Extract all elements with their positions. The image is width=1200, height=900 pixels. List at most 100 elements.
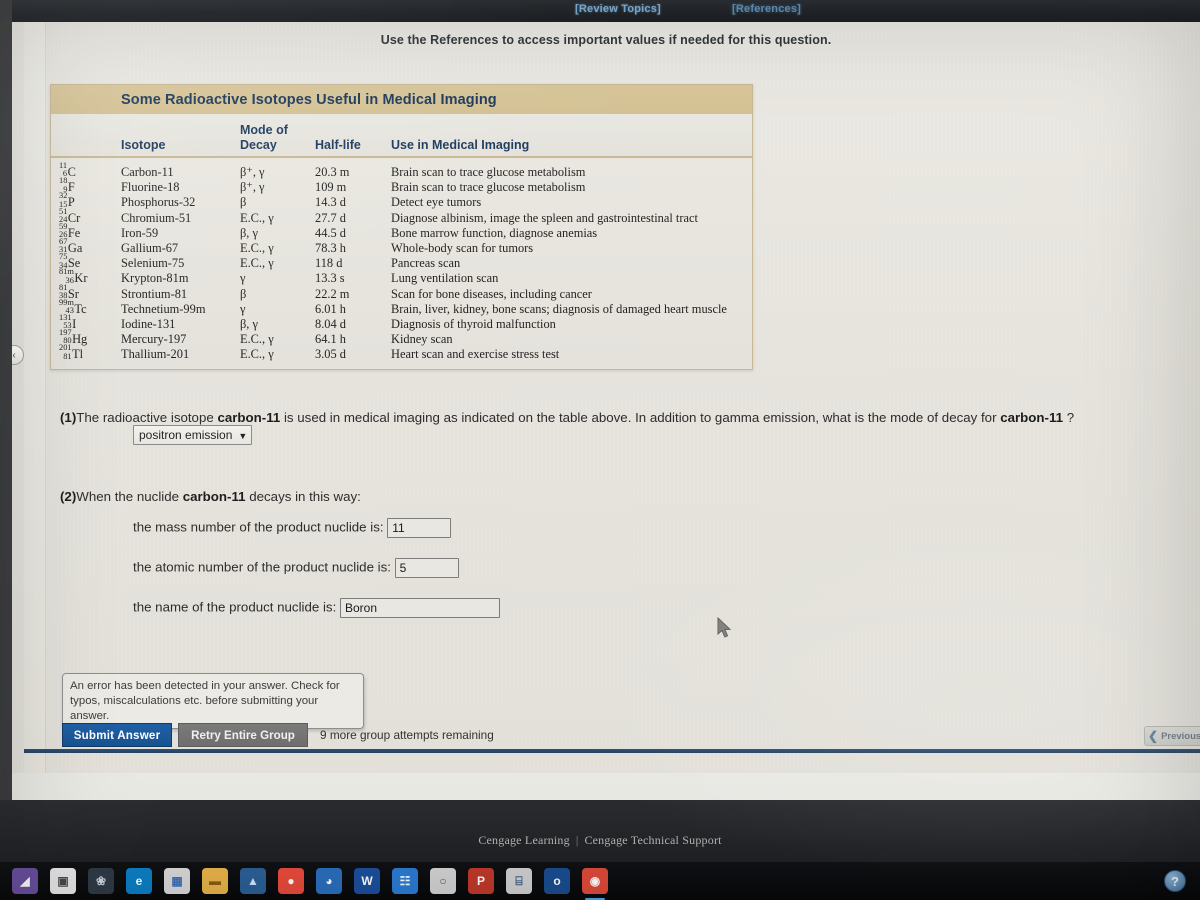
nuclide-name-row: the name of the product nuclide is: [133, 598, 500, 618]
disc-icon[interactable]: ○ [430, 868, 456, 894]
isotope-half-life: 44.5 d [315, 225, 346, 240]
footer-separator: | [575, 833, 579, 847]
chevron-down-icon: ▼ [238, 431, 248, 441]
column-header-use: Use in Medical Imaging [391, 137, 530, 152]
question-2-part1: When the nuclide [76, 489, 183, 504]
cengage-learning-link[interactable]: Cengage Learning [478, 833, 570, 847]
isotope-mode-of-decay: β [240, 286, 247, 301]
cengage-technical-support-link[interactable]: Cengage Technical Support [584, 833, 721, 847]
monitor-photo: [Review Topics] [References] Use the Ref… [0, 0, 1200, 900]
mass-number-row: the mass number of the product nuclide i… [133, 518, 452, 538]
question-mark-glyph: ? [1171, 873, 1179, 889]
isotope-medical-use: Bone marrow function, diagnose anemias [391, 225, 598, 240]
calendar-icon[interactable]: ☷ [392, 868, 418, 894]
monitor-bezel-left [0, 0, 12, 862]
table-row: 67 31 Ga Gallium-67 E.C., γ 78.3 h Whole-body … [51, 237, 752, 255]
help-icon[interactable]: ? [1164, 870, 1186, 892]
calculator-icon[interactable]: ⌸ [506, 868, 532, 894]
atomic-number-row: the atomic number of the product nuclide… [133, 558, 459, 578]
table-row: 11 6 C Carbon-11 β⁺, γ 20.3 m Brain scan to tr… [51, 161, 752, 179]
isotope-table-header-row: Isotope Mode of Decay Half-life Use in M… [51, 114, 752, 158]
isotope-symbol: 201 81 Tl [59, 343, 84, 362]
isotope-name: Chromium-51 [121, 210, 192, 225]
powerpoint-icon[interactable]: P [468, 868, 494, 894]
chrome-icon[interactable]: ● [278, 868, 304, 894]
isotope-name: Technetium-99m [121, 301, 206, 316]
question-1-isotope-bold: carbon-11 [217, 410, 281, 425]
isotope-name: Strontium-81 [121, 286, 188, 301]
error-message-box: An error has been detected in your answe… [62, 673, 364, 730]
top-navigation-bar: [Review Topics] [References] [12, 0, 1200, 22]
isotope-name: Fluorine-18 [121, 180, 180, 195]
question-1-text: (1)The radioactive isotope carbon-11 is … [60, 410, 1074, 425]
table-row: 201 81 Tl Thallium-201 E.C., γ 3.05 d Heart sc… [51, 343, 752, 362]
question-2-text: (2)When the nuclide carbon-11 decays in … [60, 489, 361, 504]
question-2-isotope-bold: carbon-11 [182, 489, 246, 504]
question-1-part1: The radioactive isotope [76, 410, 218, 425]
isotope-half-life: 6.01 h [315, 301, 346, 316]
content-bottom-rule [24, 749, 1200, 753]
question-2-number: (2) [60, 489, 77, 504]
windows-taskbar: ◢ ▣ ❀ e ▦ ▬ ▲ ● ◕ W ☷ ○ P ⌸ o ◉ [0, 862, 1200, 900]
isotope-half-life: 8.04 d [315, 316, 346, 331]
table-row: 51 24 Cr Chromium-51 E.C., γ 27.7 d Diagnose a… [51, 207, 752, 225]
store-icon[interactable]: ▦ [164, 868, 190, 894]
word-icon[interactable]: W [354, 868, 380, 894]
review-topics-link[interactable]: [Review Topics] [575, 3, 661, 15]
isotope-half-life: 78.3 h [315, 240, 346, 255]
instruction-text: Use the References to access important v… [380, 33, 832, 47]
footer-text: Cengage Learning | Cengage Technical Suppo… [0, 833, 1200, 848]
nuclide-name-input[interactable] [339, 598, 500, 618]
chrome-active-icon[interactable]: ◉ [582, 868, 608, 900]
isotope-mode-of-decay: E.C., γ [240, 347, 274, 362]
table-row: 75 34 Se Selenium-75 E.C., γ 118 d Pancreas sc… [51, 252, 752, 270]
mass-number-input[interactable] [387, 518, 452, 538]
question-1-number: (1) [60, 410, 77, 425]
isotope-table-body: 11 6 C Carbon-11 β⁺, γ 20.3 m Brain scan to tr… [51, 158, 752, 370]
mode-of-decay-dropdown[interactable]: positron emission ▼ [133, 425, 253, 445]
attempts-remaining-text: 9 more group attempts remaining [320, 728, 494, 742]
isotope-name: Carbon-11 [121, 165, 174, 179]
retry-entire-group-button[interactable]: Retry Entire Group [178, 723, 308, 747]
isotope-mode-of-decay: β, γ [240, 225, 258, 240]
isotope-name: Thallium-201 [121, 347, 190, 362]
table-row: 81m 36 Kr Krypton-81m γ 13.3 s Lung ventilatio… [51, 267, 752, 286]
column-header-isotope: Isotope [121, 137, 166, 152]
isotope-name: Iron-59 [121, 225, 159, 240]
power-bi-icon[interactable]: ◕ [316, 868, 342, 894]
isotope-name: Iodine-131 [121, 316, 176, 331]
references-link[interactable]: [References] [732, 3, 801, 15]
isotope-table-title: Some Radioactive Isotopes Useful in Medi… [51, 85, 752, 114]
column-header-mode-line1: Mode of [240, 123, 288, 138]
isotope-medical-use: Brain scan to trace glucose metabolism [391, 180, 586, 195]
question-1-isotope-bold-2: carbon-11 [1000, 410, 1064, 425]
isotope-reference-table: Some Radioactive Isotopes Useful in Medi… [50, 84, 753, 371]
file-explorer-icon[interactable]: ▬ [202, 868, 228, 894]
isotope-medical-use: Brain scan to trace glucose metabolism [391, 165, 586, 179]
atomic-number-input[interactable] [394, 558, 459, 578]
chevron-left-small-icon: ‹ [12, 349, 16, 361]
start-icon[interactable]: ◢ [12, 868, 38, 894]
paint-icon[interactable]: ❀ [88, 868, 114, 894]
column-header-mode-line2: Decay [240, 137, 277, 152]
isotope-half-life: 13.3 s [315, 271, 345, 286]
photos-app-icon[interactable]: ▲ [240, 868, 266, 894]
isotope-mode-of-decay: E.C., γ [240, 240, 274, 255]
isotope-medical-use: Diagnosis of thyroid malfunction [391, 316, 556, 331]
isotope-medical-use: Diagnose albinism, image the spleen and … [391, 210, 698, 225]
outlook-icon[interactable]: o [544, 868, 570, 894]
isotope-name: Krypton-81m [121, 271, 189, 286]
submit-answer-button[interactable]: Submit Answer [62, 723, 172, 747]
isotope-half-life: 64.1 h [315, 332, 346, 347]
isotope-half-life: 22.2 m [315, 286, 350, 301]
browser-viewport: [Review Topics] [References] Use the Ref… [12, 0, 1200, 800]
previous-button[interactable]: ❮ Previous [1144, 726, 1200, 746]
question-2-part2: decays in this way: [245, 489, 361, 504]
previous-button-label: Previous [1161, 730, 1200, 742]
isotope-half-life: 20.3 m [315, 165, 350, 179]
table-row: 99m 43 Tc Technetium-99m γ 6.01 h Brain, liver… [51, 298, 752, 316]
isotope-mode-of-decay: β⁺, γ [240, 180, 265, 195]
edge-browser-icon[interactable]: e [126, 868, 152, 894]
photos-icon[interactable]: ▣ [50, 868, 76, 894]
atomic-number-label: the atomic number of the product nuclide… [133, 559, 391, 575]
